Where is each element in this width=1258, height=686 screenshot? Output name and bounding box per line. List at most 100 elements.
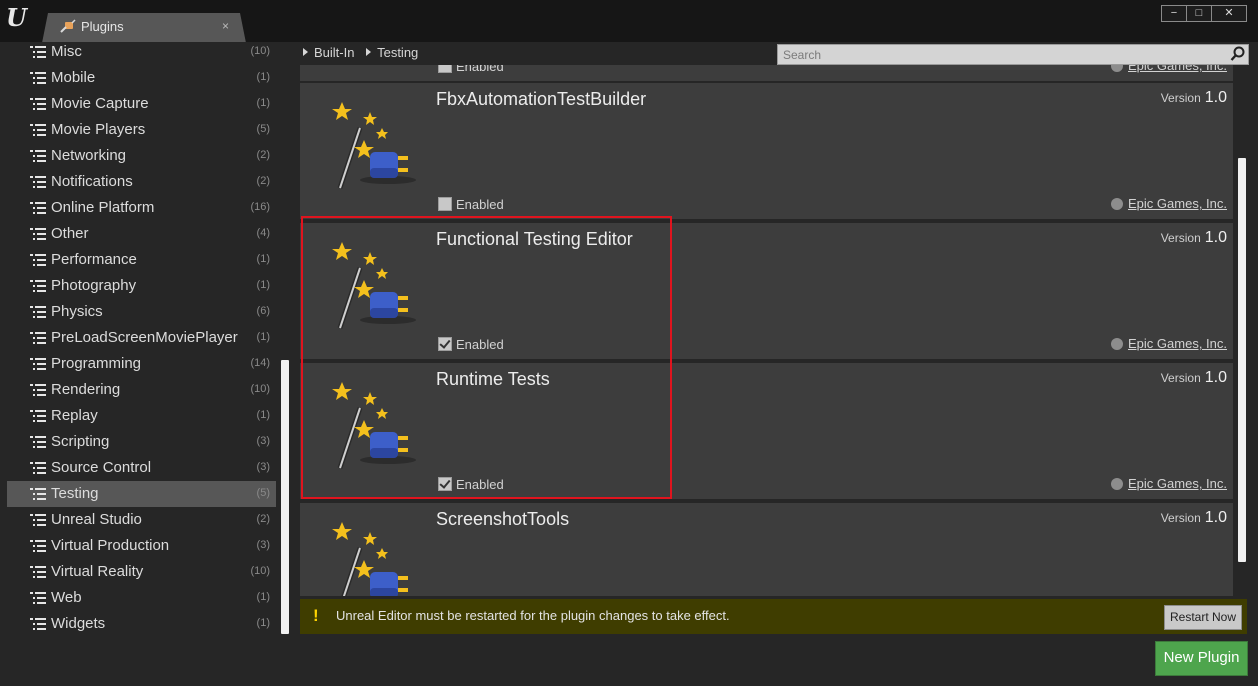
sidebar-scrollbar[interactable]: [281, 360, 289, 634]
maximize-button[interactable]: □: [1186, 5, 1212, 22]
close-button[interactable]: ✕: [1211, 5, 1247, 22]
sidebar-item-virtual-production[interactable]: Virtual Production (3): [7, 533, 276, 559]
breadcrumb-item[interactable]: Testing: [377, 45, 418, 60]
sidebar-item-count: (5): [256, 123, 270, 135]
tree-list-icon: [30, 124, 46, 136]
sidebar-item-preloadscreenmovieplayer[interactable]: PreLoadScreenMoviePlayer (1): [7, 325, 276, 351]
search-icon[interactable]: [1230, 46, 1246, 62]
sidebar-item-count: (1): [256, 279, 270, 291]
tree-list-icon: [30, 72, 46, 84]
breadcrumb-item[interactable]: Built-In: [314, 45, 354, 60]
sidebar-item-label: Mobile: [51, 69, 96, 86]
tree-list-icon: [30, 566, 46, 578]
sidebar-item-notifications[interactable]: Notifications (2): [7, 169, 276, 195]
sidebar-item-label: Testing: [51, 485, 99, 502]
plugins-window: U Plugins × − □ ✕ Misc (10) Mobile (1) Movie…: [0, 0, 1258, 686]
enabled-toggle[interactable]: Enabled: [438, 65, 504, 74]
tree-list-icon: [30, 254, 46, 266]
vendor-link[interactable]: Epic Games, Inc.: [1111, 336, 1227, 351]
globe-icon: [1111, 478, 1124, 490]
sidebar-item-programming[interactable]: Programming (14): [7, 351, 276, 377]
sidebar-item-count: (16): [250, 201, 270, 213]
tree-list-icon: [30, 228, 46, 240]
sidebar-item-label: Performance: [51, 251, 137, 268]
sidebar-item-label: Source Control: [51, 459, 152, 476]
sidebar-item-networking[interactable]: Networking (2): [7, 143, 276, 169]
plugin-card[interactable]: ScreenshotTools Version 1.0: [300, 503, 1233, 596]
sidebar-item-photography[interactable]: Photography (1): [7, 273, 276, 299]
plugin-card[interactable]: FbxAutomationTestBuilder Version 1.0 Enable…: [300, 83, 1233, 219]
sidebar-item-mobile[interactable]: Mobile (1): [7, 65, 276, 91]
tree-list-icon: [30, 202, 46, 214]
sidebar-item-rendering[interactable]: Rendering (10): [7, 377, 276, 403]
new-plugin-button[interactable]: New Plugin: [1155, 641, 1248, 676]
version-number: 1.0: [1204, 89, 1227, 106]
breadcrumb: Built-In Testing: [300, 45, 418, 63]
sidebar-item-movie-capture[interactable]: Movie Capture (1): [7, 91, 276, 117]
plugin-card[interactable]: Enabled Epic Games, Inc.: [300, 65, 1233, 81]
plugin-list-scrollbar[interactable]: [1238, 158, 1246, 562]
sidebar-item-source-control[interactable]: Source Control (3): [7, 455, 276, 481]
sidebar-item-other[interactable]: Other (4): [7, 221, 276, 247]
enabled-checkbox[interactable]: [438, 65, 452, 73]
sidebar-item-count: (1): [256, 409, 270, 421]
category-sidebar: Misc (10) Mobile (1) Movie Capture (1) Movie P…: [7, 42, 278, 636]
version-label: Version: [1160, 511, 1201, 525]
vendor-link[interactable]: Epic Games, Inc.: [1111, 196, 1227, 211]
sidebar-item-label: Misc: [51, 43, 82, 60]
version-label: Version: [1160, 371, 1201, 385]
version-label: Version: [1160, 91, 1201, 105]
plugin-wand-icon: [332, 522, 408, 596]
sidebar-item-count: (2): [256, 175, 270, 187]
tree-list-icon: [30, 332, 46, 344]
globe-icon: [1111, 65, 1124, 72]
enabled-checkbox[interactable]: [438, 197, 452, 211]
sidebar-item-label: Networking: [51, 147, 127, 164]
tree-list-icon: [30, 384, 46, 396]
enabled-label: Enabled: [456, 65, 504, 74]
enabled-label: Enabled: [456, 197, 504, 212]
sidebar-item-count: (3): [256, 539, 270, 551]
tab-close-icon[interactable]: ×: [222, 19, 229, 33]
sidebar-item-performance[interactable]: Performance (1): [7, 247, 276, 273]
minimize-button[interactable]: −: [1161, 5, 1187, 22]
enabled-toggle[interactable]: Enabled: [438, 197, 504, 212]
sidebar-item-count: (2): [256, 513, 270, 525]
restart-now-button[interactable]: Restart Now: [1164, 605, 1242, 630]
sidebar-item-testing[interactable]: Testing (5): [7, 481, 276, 507]
sidebar-item-movie-players[interactable]: Movie Players (5): [7, 117, 276, 143]
vendor-link[interactable]: Epic Games, Inc.: [1111, 65, 1227, 73]
vendor-name: Epic Games, Inc.: [1128, 476, 1227, 491]
restart-notice-bar: ! Unreal Editor must be restarted for th…: [300, 599, 1247, 634]
breadcrumb-arrow-icon: [366, 48, 372, 56]
sidebar-item-misc[interactable]: Misc (10): [7, 42, 276, 65]
sidebar-item-count: (1): [256, 253, 270, 265]
plugin-version: Version 1.0: [1161, 369, 1227, 387]
sidebar-item-virtual-reality[interactable]: Virtual Reality (10): [7, 559, 276, 585]
sidebar-item-physics[interactable]: Physics (6): [7, 299, 276, 325]
tab-title: Plugins: [81, 19, 124, 34]
vendor-name: Epic Games, Inc.: [1128, 65, 1227, 73]
sidebar-item-widgets[interactable]: Widgets (1): [7, 611, 276, 636]
globe-icon: [1111, 198, 1124, 210]
tree-list-icon: [30, 462, 46, 474]
sidebar-item-web[interactable]: Web (1): [7, 585, 276, 611]
sidebar-item-unreal-studio[interactable]: Unreal Studio (2): [7, 507, 276, 533]
tree-list-icon: [30, 150, 46, 162]
sidebar-item-replay[interactable]: Replay (1): [7, 403, 276, 429]
sidebar-item-online-platform[interactable]: Online Platform (16): [7, 195, 276, 221]
highlight-box: [301, 216, 672, 499]
sidebar-item-count: (1): [256, 97, 270, 109]
vendor-link[interactable]: Epic Games, Inc.: [1111, 476, 1227, 491]
sidebar-item-scripting[interactable]: Scripting (3): [7, 429, 276, 455]
vendor-name: Epic Games, Inc.: [1128, 336, 1227, 351]
sidebar-item-label: Notifications: [51, 173, 133, 190]
sidebar-item-count: (1): [256, 591, 270, 603]
search-input[interactable]: [781, 46, 1225, 64]
search-box[interactable]: [777, 44, 1249, 65]
sidebar-item-label: Replay: [51, 407, 98, 424]
sidebar-item-label: Virtual Reality: [51, 563, 144, 580]
version-number: 1.0: [1204, 229, 1227, 246]
plugin-title: FbxAutomationTestBuilder: [436, 89, 647, 109]
sidebar-item-count: (3): [256, 435, 270, 447]
